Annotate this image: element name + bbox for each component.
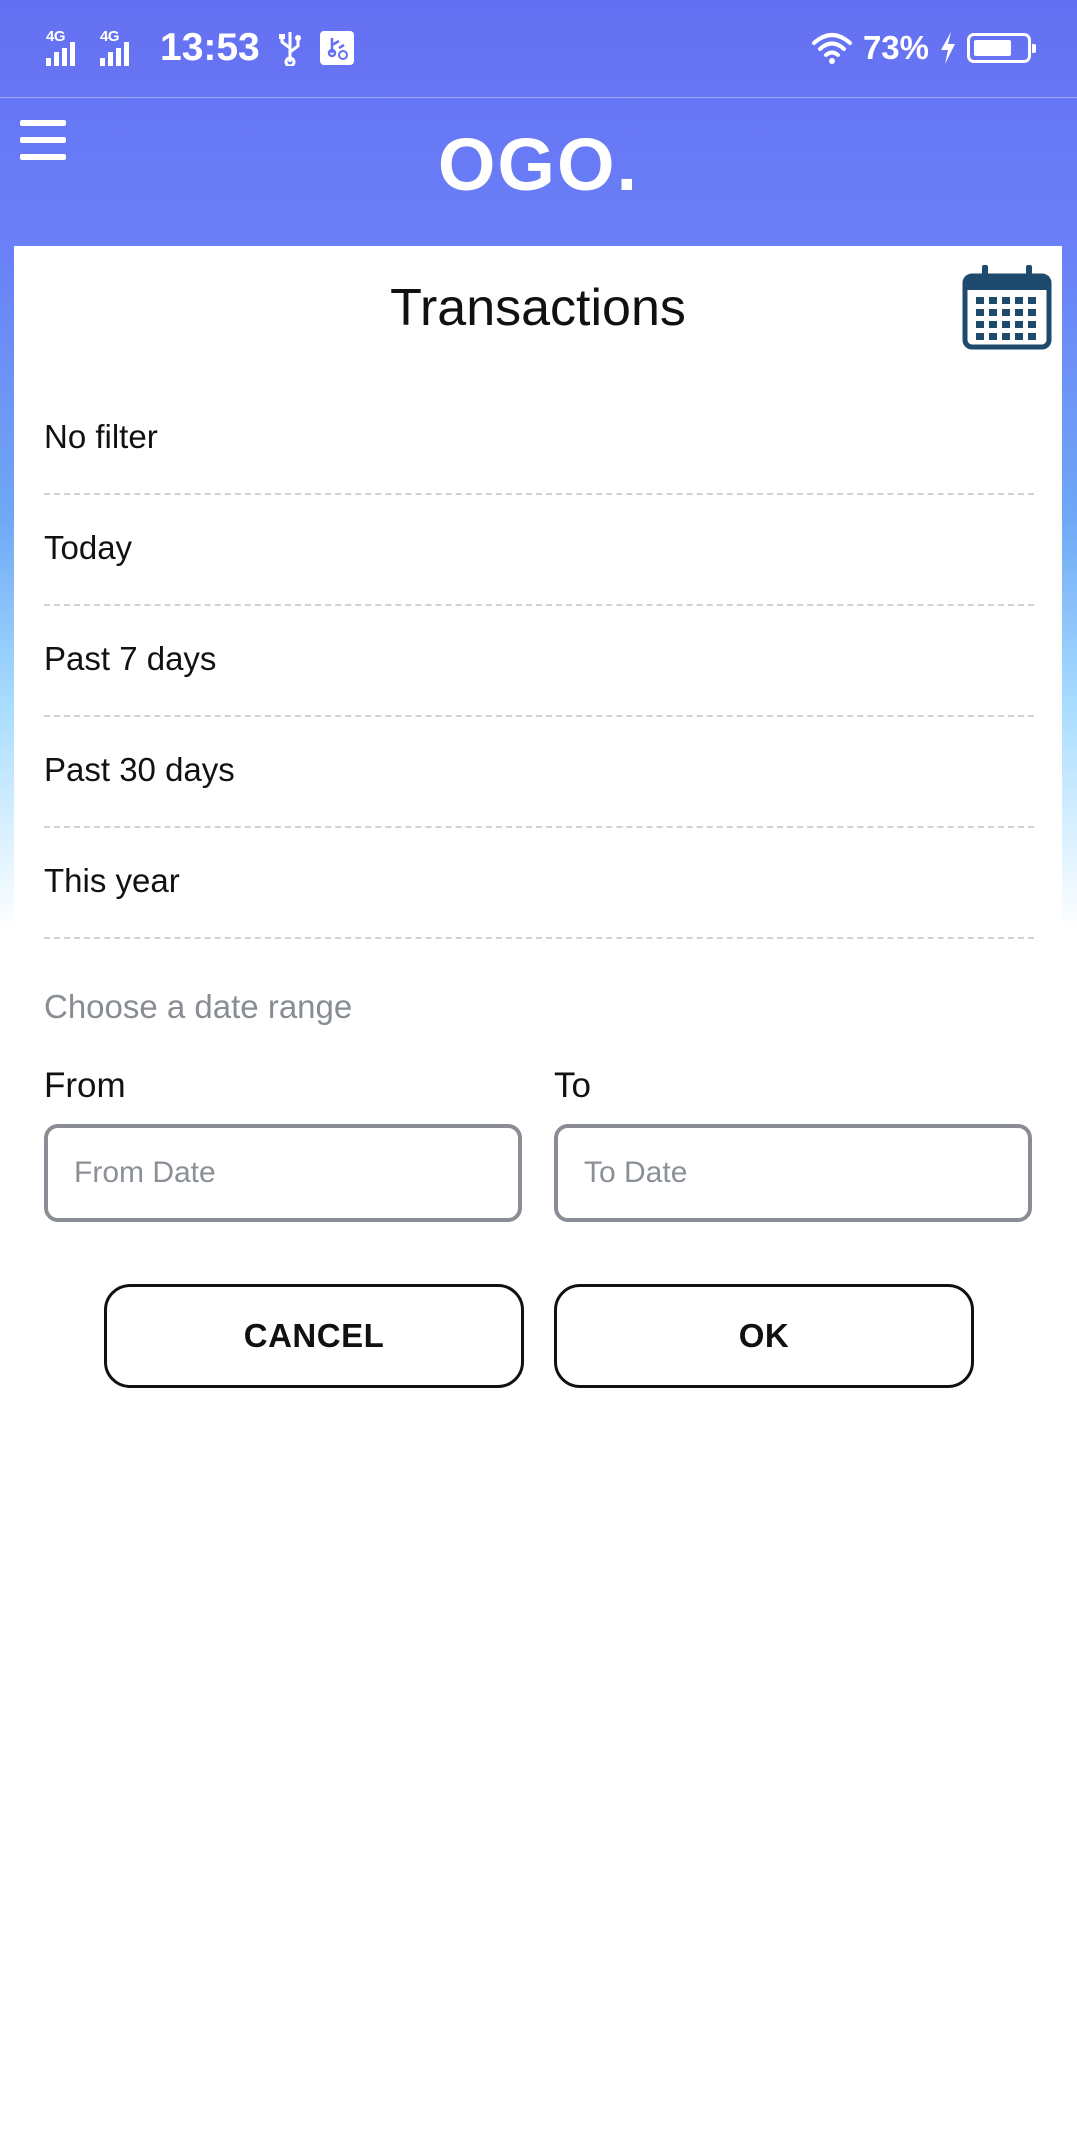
- battery-icon: [967, 33, 1036, 63]
- usb-icon: [278, 32, 301, 66]
- filter-past-7-days[interactable]: Past 7 days: [44, 606, 1034, 717]
- filter-list: No filter Today Past 7 days Past 30 days…: [44, 384, 1034, 939]
- transactions-card: Transactions No filter Today Past 7 days…: [14, 246, 1062, 939]
- status-bar-right: 73%: [811, 24, 1036, 72]
- charging-icon: [941, 32, 955, 64]
- filter-label: Today: [44, 528, 133, 566]
- from-date-input[interactable]: [44, 1124, 522, 1222]
- from-label: From: [44, 1066, 126, 1105]
- date-range-heading: Choose a date range: [44, 988, 353, 1025]
- filter-today[interactable]: Today: [44, 495, 1034, 606]
- wifi-icon: [811, 33, 852, 64]
- filter-no-filter[interactable]: No filter: [44, 384, 1034, 495]
- filter-label: Past 30 days: [44, 750, 235, 788]
- status-bar: 4G 4G 13:53 73%: [0, 0, 1077, 98]
- battery-percent: 73%: [862, 29, 929, 66]
- filter-this-year[interactable]: This year: [44, 828, 1034, 939]
- page-title: Transactions: [390, 279, 686, 337]
- to-date-input[interactable]: [554, 1124, 1032, 1222]
- sd-card-icon: [319, 31, 354, 65]
- ok-button[interactable]: OK: [554, 1284, 974, 1388]
- filter-label: Past 7 days: [44, 639, 217, 677]
- filter-label: This year: [44, 861, 180, 899]
- to-label: To: [554, 1066, 591, 1105]
- filter-past-30-days[interactable]: Past 30 days: [44, 717, 1034, 828]
- battery-fill: [974, 40, 1012, 56]
- status-bar-left: 4G 4G 13:53: [46, 26, 354, 70]
- filter-label: No filter: [44, 417, 158, 455]
- cellular-signal-icon: 4G: [46, 28, 94, 68]
- cellular-signal-icon-2: 4G: [100, 28, 148, 68]
- status-time: 13:53: [160, 26, 260, 69]
- calendar-icon[interactable]: [962, 264, 1052, 350]
- app-logo: OGO.: [437, 123, 640, 206]
- cancel-button[interactable]: CANCEL: [104, 1284, 524, 1388]
